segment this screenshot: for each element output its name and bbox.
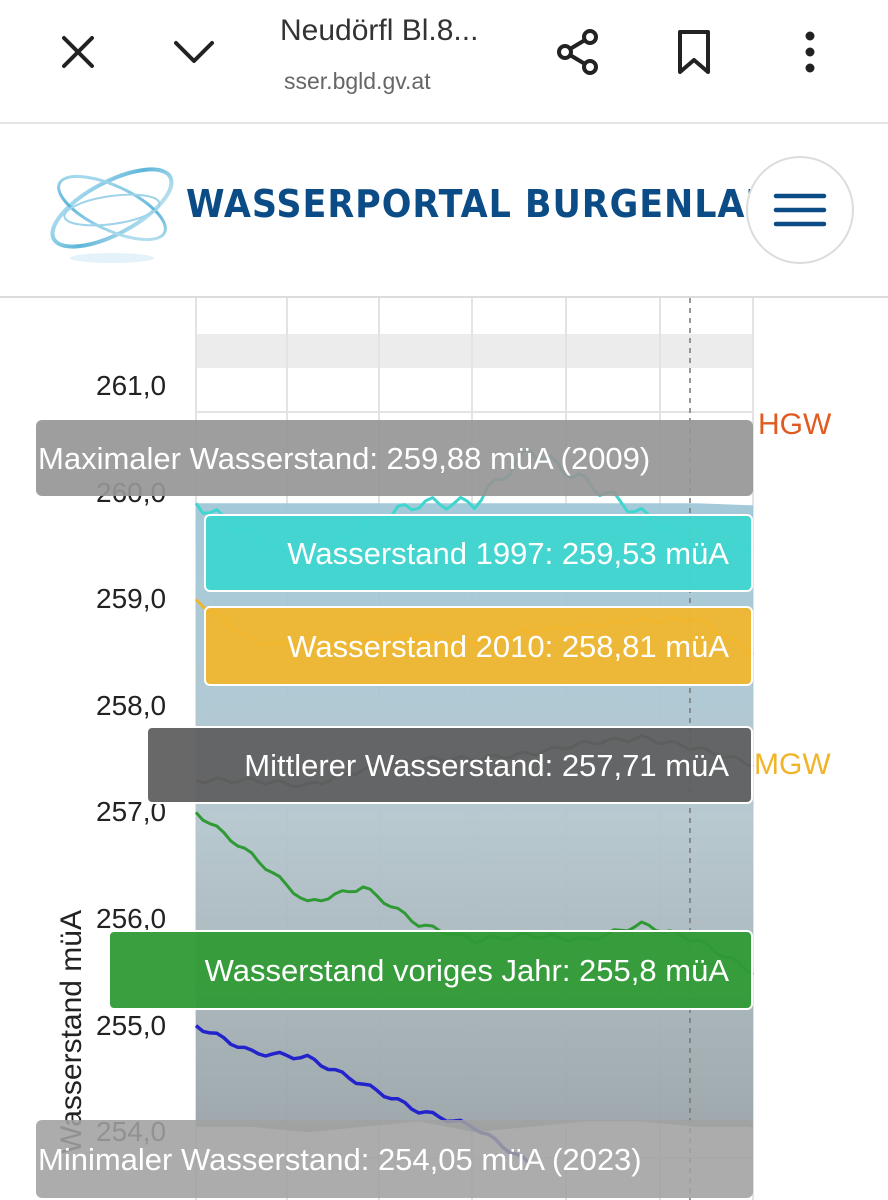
- share-button[interactable]: [548, 22, 608, 82]
- tooltip-2010: Wasserstand 2010: 258,81 müA: [204, 606, 753, 686]
- tooltip-1997: Wasserstand 1997: 259,53 müA: [204, 514, 753, 592]
- tooltip-previous-year: Wasserstand voriges Jahr: 255,8 müA: [108, 930, 753, 1010]
- close-button[interactable]: [48, 22, 108, 82]
- url-host[interactable]: sser.bgld.gv.at: [284, 68, 484, 95]
- hgw-label: HGW: [758, 410, 831, 440]
- more-options-button[interactable]: [780, 22, 840, 82]
- tooltip-2010-text: Wasserstand 2010: 258,81 müA: [287, 628, 729, 664]
- tooltip-previous-year-text: Wasserstand voriges Jahr: 255,8 müA: [204, 952, 729, 988]
- collapse-button[interactable]: [164, 22, 224, 82]
- y-tick-label: 255,0: [96, 1009, 167, 1041]
- site-header: WASSERPORTAL BURGENLAND: [0, 124, 888, 298]
- main-menu-button[interactable]: [746, 156, 854, 264]
- plot-top-band: [196, 334, 753, 368]
- browser-top-bar: Neudörfl Bl.8... sser.bgld.gv.at: [0, 0, 888, 124]
- page-title[interactable]: Neudörfl Bl.8...: [280, 14, 520, 48]
- y-tick-label: 259,0: [96, 583, 167, 615]
- wasserportal-logo-icon[interactable]: [40, 146, 185, 271]
- bookmark-button[interactable]: [664, 22, 724, 82]
- tooltip-mean: Mittlerer Wasserstand: 257,71 müA: [146, 726, 753, 804]
- more-vert-icon: [805, 31, 815, 73]
- water-level-chart: Wasserstand müA 261,0260,0259,0258,0257,…: [0, 298, 888, 1200]
- bookmark-icon: [678, 30, 710, 74]
- tooltip-1997-text: Wasserstand 1997: 259,53 müA: [287, 535, 729, 571]
- y-tick-label: 258,0: [96, 689, 167, 721]
- hgw-label-text: HGW: [758, 408, 832, 441]
- close-icon: [62, 36, 94, 68]
- tooltip-mean-text: Mittlerer Wasserstand: 257,71 müA: [244, 747, 729, 783]
- site-brand-title[interactable]: WASSERPORTAL BURGENLAND: [186, 182, 805, 226]
- y-tick-label: 261,0: [96, 370, 167, 401]
- min-max-range-band: [196, 503, 753, 1133]
- tooltip-min-level: Minimaler Wasserstand: 254,05 müA (2023): [36, 1120, 753, 1198]
- share-icon: [557, 29, 598, 75]
- chevron-down-icon: [174, 41, 214, 63]
- hamburger-menu-icon: [773, 193, 827, 227]
- tooltip-max-text: Maximaler Wasserstand: 259,88 müA (2009): [38, 440, 651, 476]
- tooltip-min-text: Minimaler Wasserstand: 254,05 müA (2023): [38, 1141, 642, 1177]
- mgw-label-text: MGW: [754, 748, 831, 781]
- mgw-label: MGW: [754, 750, 831, 780]
- tooltip-max-level: Maximaler Wasserstand: 259,88 müA (2009): [36, 420, 753, 496]
- y-axis-title: Wasserstand müA: [55, 910, 88, 1154]
- y-tick-label: 256,0: [96, 903, 167, 934]
